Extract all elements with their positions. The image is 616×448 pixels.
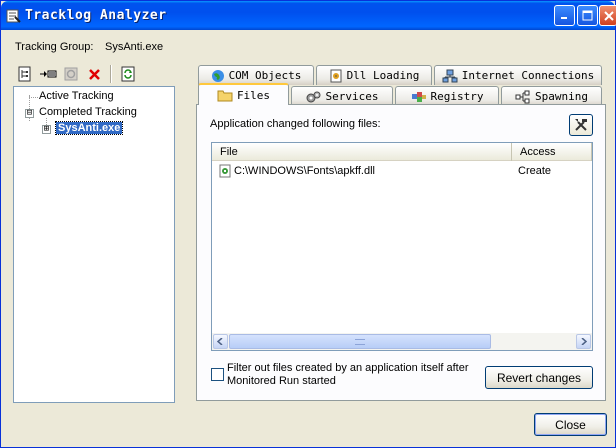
tools-button[interactable]	[569, 114, 593, 136]
close-button[interactable]: Close	[534, 413, 607, 436]
dll-file-icon	[219, 164, 231, 178]
chevron-right-icon	[581, 338, 587, 345]
file-access: Create	[518, 165, 552, 177]
dll-icon	[330, 69, 342, 82]
files-list[interactable]: File Access C:\WINDOWS\Fonts\apkff.dll C…	[211, 142, 593, 351]
list-header: File Access	[212, 143, 592, 161]
maximize-button[interactable]	[577, 5, 598, 26]
collapse-completed-icon[interactable]: ⊟	[25, 109, 34, 118]
scroll-right-button[interactable]	[576, 334, 591, 349]
file-path: C:\WINDOWS\Fonts\apkff.dll	[234, 165, 375, 177]
window-title: Tracklog Analyzer	[25, 8, 167, 23]
title-bar[interactable]: Tracklog Analyzer	[1, 1, 616, 30]
chevron-left-icon	[217, 338, 223, 345]
expand-sysanti-icon[interactable]: ⊞	[42, 125, 51, 134]
tab-registry[interactable]: Registry	[395, 86, 499, 106]
record-button[interactable]	[61, 65, 81, 83]
refresh-button[interactable]	[118, 65, 138, 83]
scroll-left-button[interactable]	[213, 334, 228, 349]
globe-icon	[211, 69, 224, 82]
arrow-list-icon	[40, 70, 57, 78]
spawning-icon	[515, 90, 530, 103]
tracking-tree[interactable]: Active Tracking ⊟ Completed Tracking ⊞ S…	[13, 86, 175, 403]
tab-label: Internet Connections	[461, 69, 595, 82]
tab-files[interactable]: Files	[198, 83, 289, 105]
tab-spawning[interactable]: Spawning	[501, 86, 602, 106]
minimize-button[interactable]	[554, 5, 575, 26]
tab-label: Registry	[430, 90, 484, 103]
tab-label: Spawning	[535, 90, 588, 103]
files-description: Application changed following files:	[210, 118, 381, 130]
tracking-group-label: Tracking Group:	[15, 41, 94, 53]
move-list-button[interactable]	[38, 65, 58, 83]
folder-icon	[217, 90, 233, 101]
tab-com-objects[interactable]: COM Objects	[198, 65, 314, 85]
tree-item-sysanti[interactable]: SysAnti.exe	[54, 121, 124, 135]
delete-icon	[88, 68, 100, 80]
minimize-icon	[561, 17, 567, 19]
app-icon	[6, 9, 21, 23]
maximize-icon	[582, 10, 593, 21]
refresh-icon	[121, 66, 135, 82]
delete-button[interactable]	[84, 65, 104, 83]
tree-item-active-tracking[interactable]: Active Tracking	[39, 90, 114, 102]
filter-label[interactable]: Filter out files created by an applicati…	[227, 362, 482, 388]
toolbar-separator	[110, 65, 112, 83]
column-header-access[interactable]: Access	[512, 143, 592, 161]
tracklog-analyzer-window: Tracklog Analyzer Tracking Group: SysAnt…	[0, 0, 616, 448]
horizontal-scrollbar[interactable]	[212, 333, 592, 350]
close-window-button[interactable]	[599, 5, 616, 26]
close-icon	[603, 10, 614, 21]
column-header-file[interactable]: File	[212, 143, 512, 161]
tree-view-button[interactable]	[15, 65, 35, 83]
tools-icon	[575, 119, 587, 131]
tree-line	[29, 97, 38, 98]
tree-toolbar	[15, 65, 138, 85]
tab-label: COM Objects	[228, 69, 302, 82]
tab-services[interactable]: Services	[291, 86, 393, 106]
tab-internet-connections[interactable]: Internet Connections	[434, 65, 602, 85]
tab-label: Dll Loading	[346, 69, 420, 82]
registry-icon	[411, 91, 426, 102]
gears-icon	[306, 91, 320, 102]
filter-checkbox[interactable]	[211, 368, 224, 381]
network-icon	[442, 69, 458, 82]
scrollbar-thumb[interactable]	[229, 334, 491, 349]
tab-label: Services	[325, 90, 379, 103]
tree-item-completed-tracking[interactable]: Completed Tracking	[39, 106, 137, 118]
record-icon	[64, 67, 78, 81]
tab-label: Files	[236, 88, 271, 102]
table-row[interactable]: C:\WINDOWS\Fonts\apkff.dll Create	[212, 162, 592, 180]
scrollbar-grip	[355, 339, 365, 345]
tree-view-icon	[18, 66, 31, 82]
tab-dll-loading[interactable]: Dll Loading	[316, 65, 432, 85]
revert-changes-button[interactable]: Revert changes	[485, 366, 593, 389]
tracking-group-value: SysAnti.exe	[105, 41, 164, 53]
